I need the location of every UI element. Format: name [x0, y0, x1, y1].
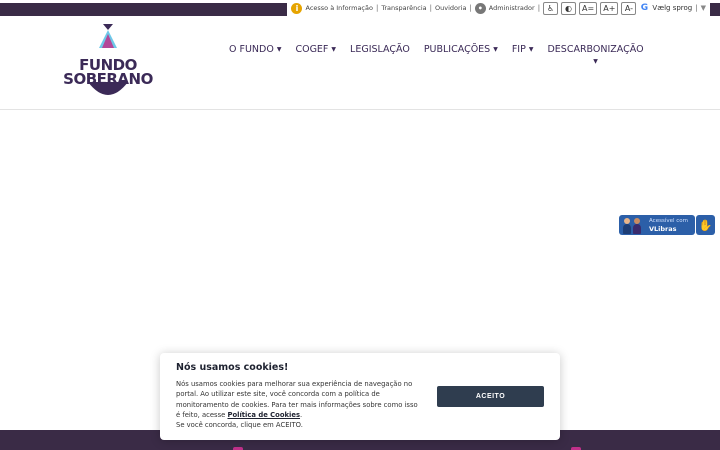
caret-down-icon: ▼ — [593, 58, 598, 65]
google-translate-icon: G — [640, 3, 649, 13]
caret-down-icon: ▼ — [493, 46, 498, 53]
cookie-banner: Nós usamos cookies! Nós usamos cookies p… — [160, 353, 560, 440]
separator: | — [469, 4, 472, 12]
main-navigation: O FUNDO ▼ COGEF ▼ LEGISLAÇÃO PUBLICAÇÕES ▼ … — [222, 44, 651, 65]
logo-line2: SOBERANO — [63, 70, 153, 88]
ouvidoria-link[interactable]: Ouvidoria — [435, 4, 466, 12]
administrador-link[interactable]: Administrador — [489, 4, 535, 12]
nav-item-publicacoes[interactable]: PUBLICAÇÕES ▼ — [417, 44, 505, 65]
cookie-policy-link[interactable]: Política de Cookies — [227, 411, 300, 419]
separator: | — [695, 4, 698, 12]
separator: | — [537, 4, 541, 12]
cookie-description: Nós usamos cookies para melhorar sua exp… — [176, 379, 422, 430]
nav-item-descarbonizacao[interactable]: DESCARBONIZAÇÃO ▼ — [540, 44, 650, 65]
vlibras-avatars-icon — [622, 217, 644, 234]
utility-bar: i Acesso à Informação | Transparência | … — [287, 0, 710, 16]
font-normal-button[interactable]: A= — [579, 1, 598, 15]
accessibility-button[interactable]: ♿ — [543, 1, 559, 15]
fundo-soberano-logo[interactable]: FUNDO SOBERANO — [62, 24, 154, 104]
nav-label: PUBLICAÇÕES — [423, 44, 491, 55]
font-increase-button[interactable]: A+ — [600, 1, 619, 15]
separator: | — [429, 4, 432, 12]
info-icon: i — [291, 2, 303, 14]
nav-label: O FUNDO — [229, 44, 274, 55]
lock-icon: • — [474, 2, 486, 14]
separator: | — [375, 4, 379, 12]
nav-item-fip[interactable]: FIP ▼ — [505, 44, 541, 65]
cookie-text-part2: . — [300, 410, 303, 419]
font-decrease-button[interactable]: A- — [621, 1, 637, 15]
nav-label: FIP — [511, 44, 526, 55]
caret-down-icon: ▼ — [276, 46, 282, 53]
contrast-button[interactable]: ◐ — [561, 1, 577, 15]
nav-label: COGEF — [295, 44, 329, 55]
nav-item-legislacao[interactable]: LEGISLAÇÃO — [343, 44, 417, 65]
cookie-title: Nós usamos cookies! — [176, 362, 289, 373]
transparencia-link[interactable]: Transparência — [381, 4, 426, 12]
caret-down-icon: ▼ — [528, 46, 534, 53]
vlibras-caption: Acessível com — [649, 217, 688, 224]
language-selector[interactable]: Vælg sprog — [652, 4, 692, 12]
accept-cookies-button[interactable]: ACEITO — [437, 386, 544, 407]
chevron-down-icon[interactable]: ▼ — [701, 4, 706, 12]
site-header: FUNDO SOBERANO O FUNDO ▼ COGEF ▼ LEGISLAÇÃ… — [0, 16, 720, 110]
vlibras-widget[interactable]: Acessível com VLibras — [619, 215, 695, 235]
cookie-text-part3: Se você concorda, clique em ACEITO. — [176, 421, 303, 430]
nav-item-cogef[interactable]: COGEF ▼ — [288, 44, 343, 65]
caret-down-icon: ▼ — [331, 46, 337, 53]
vlibras-brand: VLibras — [649, 224, 677, 233]
nav-item-o-fundo[interactable]: O FUNDO ▼ — [222, 44, 288, 65]
nav-label: LEGISLAÇÃO — [350, 44, 410, 55]
hand-sign-icon[interactable]: ✋ — [696, 215, 715, 235]
acesso-informacao-link[interactable]: Acesso à Informação — [305, 4, 372, 12]
nav-label: DESCARBONIZAÇÃO — [547, 44, 644, 55]
